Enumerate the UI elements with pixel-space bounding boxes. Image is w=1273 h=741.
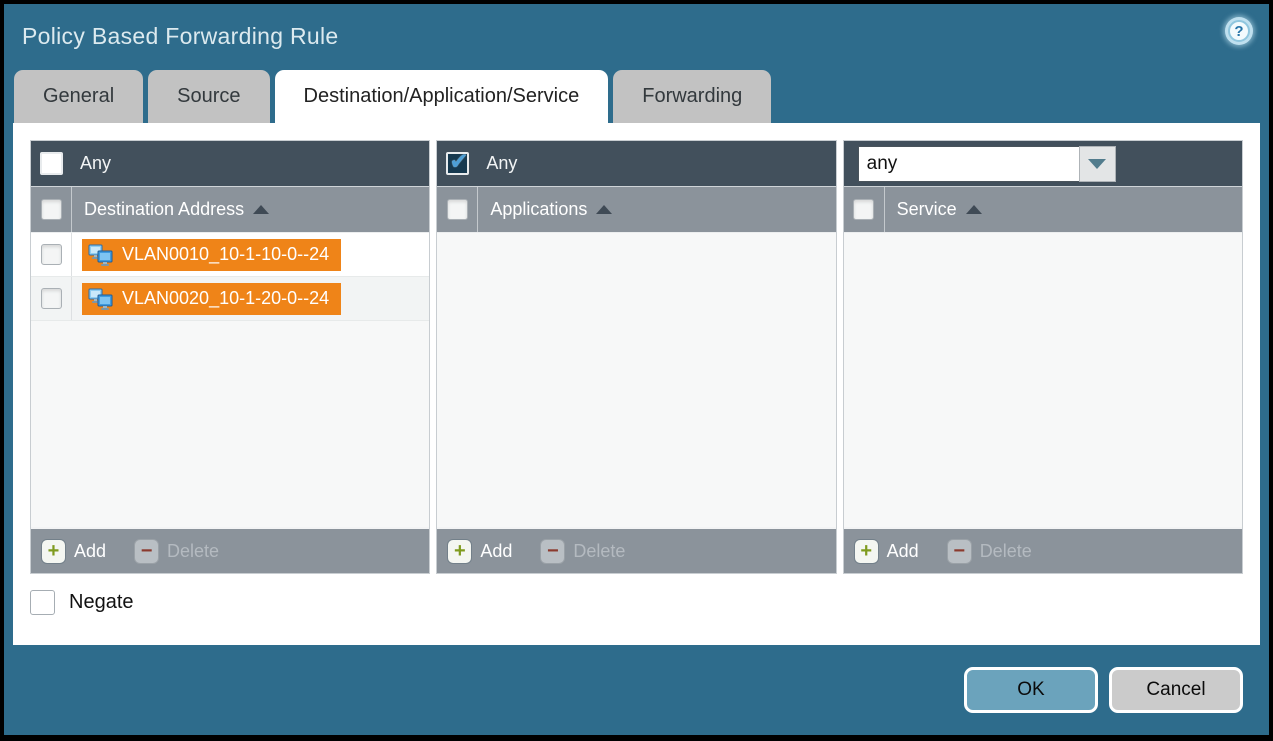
- delete-label: Delete: [980, 541, 1032, 562]
- add-button[interactable]: + Add: [447, 539, 512, 564]
- destination-address-toolbar: + Add − Delete: [31, 527, 429, 573]
- table-row[interactable]: VLAN0020_10-1-20-0--24: [31, 277, 429, 321]
- service-toolbar: + Add − Delete: [844, 527, 1242, 573]
- negate-checkbox[interactable]: [30, 590, 55, 615]
- table-row[interactable]: VLAN0010_10-1-10-0--24: [31, 233, 429, 277]
- sort-ascending-icon[interactable]: [253, 205, 269, 214]
- pbf-rule-dialog: Policy Based Forwarding Rule ? General S…: [4, 4, 1269, 735]
- add-label: Add: [74, 541, 106, 562]
- service-list: [844, 233, 1242, 527]
- row-checkbox[interactable]: [41, 288, 62, 309]
- applications-any-label: Any: [486, 153, 517, 174]
- service-dropdown-input[interactable]: [858, 146, 1079, 182]
- question-mark-glyph: ?: [1228, 20, 1250, 42]
- applications-list: [437, 233, 835, 527]
- minus-icon: −: [134, 539, 159, 564]
- destination-address-panel: Any Destination Address: [30, 140, 430, 574]
- tab-bar: General Source Destination/Application/S…: [14, 70, 771, 123]
- sort-ascending-icon[interactable]: [966, 205, 982, 214]
- destination-any-label: Any: [80, 153, 111, 174]
- add-button[interactable]: + Add: [854, 539, 919, 564]
- applications-any-bar: Any: [437, 141, 835, 187]
- dialog-footer: OK Cancel: [4, 645, 1269, 735]
- select-all-cell: [31, 187, 72, 232]
- service-header: Service: [844, 187, 1242, 233]
- service-dropdown: [858, 146, 1116, 182]
- network-computers-icon: [88, 288, 114, 310]
- negate-label: Negate: [69, 591, 134, 614]
- tab-destination-application-service[interactable]: Destination/Application/Service: [275, 70, 609, 123]
- add-label: Add: [887, 541, 919, 562]
- column-header-label[interactable]: Service: [897, 199, 957, 220]
- network-computers-icon: [88, 244, 114, 266]
- applications-toolbar: + Add − Delete: [437, 527, 835, 573]
- minus-icon: −: [947, 539, 972, 564]
- delete-button[interactable]: − Delete: [134, 539, 219, 564]
- select-all-checkbox[interactable]: [853, 199, 874, 220]
- address-object-chip[interactable]: VLAN0020_10-1-20-0--24: [82, 283, 341, 315]
- row-checkbox-cell: [31, 233, 72, 276]
- applications-any-checkbox[interactable]: [446, 152, 469, 175]
- service-dropdown-button[interactable]: [1079, 146, 1116, 182]
- delete-label: Delete: [167, 541, 219, 562]
- destination-address-header: Destination Address: [31, 187, 429, 233]
- address-object-label: VLAN0010_10-1-10-0--24: [122, 244, 329, 265]
- add-label: Add: [480, 541, 512, 562]
- dialog-title: Policy Based Forwarding Rule: [22, 23, 339, 50]
- delete-label: Delete: [573, 541, 625, 562]
- service-select-bar: [844, 141, 1242, 187]
- ok-button[interactable]: OK: [964, 667, 1098, 713]
- screen: Policy Based Forwarding Rule ? General S…: [0, 0, 1273, 741]
- address-object-chip[interactable]: VLAN0010_10-1-10-0--24: [82, 239, 341, 271]
- applications-panel: Any Applications + Add: [436, 140, 836, 574]
- plus-icon: +: [447, 539, 472, 564]
- plus-icon: +: [854, 539, 879, 564]
- applications-header: Applications: [437, 187, 835, 233]
- address-object-label: VLAN0020_10-1-20-0--24: [122, 288, 329, 309]
- destination-any-checkbox[interactable]: [40, 152, 63, 175]
- service-panel: Service + Add − Delete: [843, 140, 1243, 574]
- columns-container: Any Destination Address: [30, 140, 1243, 574]
- help-icon[interactable]: ?: [1225, 17, 1253, 45]
- select-all-checkbox[interactable]: [41, 199, 62, 220]
- negate-row: Negate: [30, 590, 1243, 615]
- tab-content: Any Destination Address: [13, 123, 1260, 645]
- row-checkbox-cell: [31, 277, 72, 320]
- dialog-titlebar: Policy Based Forwarding Rule ?: [4, 4, 1269, 70]
- select-all-checkbox[interactable]: [447, 199, 468, 220]
- add-button[interactable]: + Add: [41, 539, 106, 564]
- chevron-down-icon: [1088, 159, 1106, 169]
- tab-forwarding[interactable]: Forwarding: [613, 70, 771, 123]
- destination-any-bar: Any: [31, 141, 429, 187]
- delete-button[interactable]: − Delete: [540, 539, 625, 564]
- column-header-label[interactable]: Destination Address: [84, 199, 244, 220]
- cancel-button[interactable]: Cancel: [1109, 667, 1243, 713]
- tab-source[interactable]: Source: [148, 70, 269, 123]
- minus-icon: −: [540, 539, 565, 564]
- delete-button[interactable]: − Delete: [947, 539, 1032, 564]
- column-header-label[interactable]: Applications: [490, 199, 587, 220]
- select-all-cell: [844, 187, 885, 232]
- plus-icon: +: [41, 539, 66, 564]
- destination-address-list: VLAN0010_10-1-10-0--24 VLAN0020_10-1-20-…: [31, 233, 429, 527]
- row-checkbox[interactable]: [41, 244, 62, 265]
- tab-general[interactable]: General: [14, 70, 143, 123]
- select-all-cell: [437, 187, 478, 232]
- sort-ascending-icon[interactable]: [596, 205, 612, 214]
